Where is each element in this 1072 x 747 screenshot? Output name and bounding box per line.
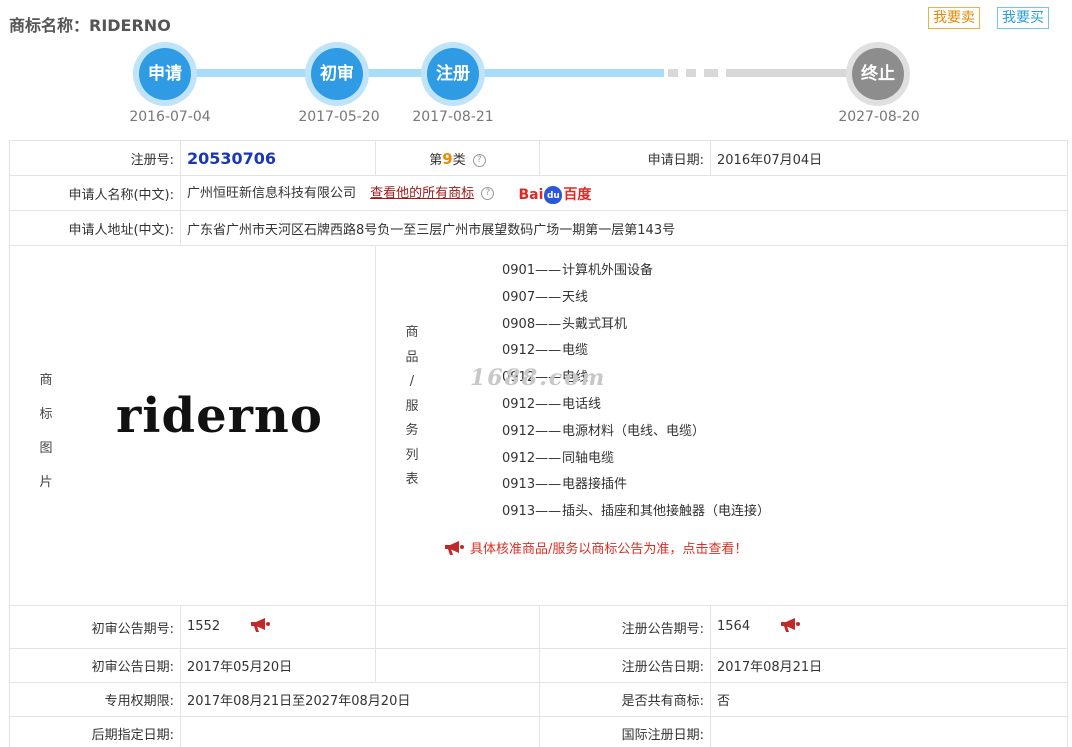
apply-date-value: 2016年07月04日 [710, 140, 1068, 176]
baidu-search-icon[interactable]: Bai du 百度 [518, 184, 591, 204]
apply-date-label: 申请日期: [539, 140, 711, 176]
goods-label: 商 品 / 服 务 列 表 [405, 325, 419, 487]
table-row: 专用权期限: 2017年08月21日至2027年08月20日 是否共有商标: 否 [9, 682, 1068, 717]
address-value: 广东省广州市天河区石牌西路8号负一至三层广州市展望数码广场一期第一层第143号 [180, 210, 1068, 246]
timeline-date-apply: 2016-07-04 [129, 109, 211, 125]
timeline-node-register: 注册 [421, 42, 485, 106]
all-marks-link[interactable]: 查看他的所有商标 [370, 186, 474, 201]
table-row: 初审公告期号: 1552 注册公告期号: 1564 [9, 605, 1068, 649]
goods-notice[interactable]: 具体核准商品/服务以商标公告为准，点击查看！ [444, 538, 747, 560]
watermark: 1688.com [470, 365, 607, 391]
prelim-no-label: 初审公告期号: [9, 605, 181, 649]
exclusive-label: 专用权期限: [9, 682, 181, 717]
goods-cell: 商 品 / 服 务 列 表 0901——计算机外围设备 0907——天线 090… [375, 245, 1068, 606]
list-item: 0907——天线 [502, 289, 589, 305]
prelim-date-value: 2017年05月20日 [180, 648, 376, 683]
sell-button[interactable]: 我要卖 [928, 7, 980, 29]
reg-pub-no-cell: 1564 [710, 605, 1068, 649]
list-item: 0912——电话线 [502, 396, 602, 412]
help-icon[interactable]: ? [481, 187, 495, 201]
timeline-dash [668, 69, 678, 77]
table-row: 初审公告日期: 2017年05月20日 注册公告日期: 2017年08月21日 [9, 648, 1068, 683]
timeline-progress-line [166, 69, 664, 77]
shared-value: 否 [710, 682, 1068, 717]
goods-list: 0901——计算机外围设备 0907——天线 0908——头戴式耳机 0912—… [502, 258, 770, 526]
trademark-image-cell: 商 标 图 片 riderno [9, 245, 376, 606]
list-item: 0912——电源材料（电线、电缆） [502, 423, 706, 439]
table-row: 申请人地址(中文): 广东省广州市天河区石牌西路8号负一至三层广州市展望数码广场… [9, 210, 1068, 246]
buy-button[interactable]: 我要买 [997, 7, 1049, 29]
class-prefix: 第 [429, 152, 443, 168]
reg-no-cell: 20530706 [180, 140, 376, 176]
timeline-date-register: 2017-08-21 [412, 109, 494, 125]
reg-pub-no-label: 注册公告期号: [539, 605, 711, 649]
table-row: 申请人名称(中文): 广州恒旺新信息科技有限公司 查看他的所有商标 ? Bai d… [9, 175, 1068, 211]
trademark-title: 商标名称：RIDERNO [9, 16, 171, 35]
timeline-node-prelim: 初审 [305, 42, 369, 106]
applicant-label: 申请人名称(中文): [9, 175, 181, 211]
timeline-date-end: 2027-08-20 [838, 109, 920, 125]
applicant-value: 广州恒旺新信息科技有限公司 [187, 186, 357, 202]
later-date-value [180, 716, 540, 747]
timeline-node-end: 终止 [846, 42, 910, 106]
help-icon[interactable]: ? [472, 153, 486, 167]
table-row: 商 标 图 片 riderno 商 品 / 服 务 列 表 0901——计算机外… [9, 245, 1068, 606]
status-timeline: 申请 初审 注册 终止 2016-07-04 2017-05-20 2017-0… [0, 40, 1072, 135]
list-item: 0913——插头、插座和其他接触器（电连接） [502, 504, 771, 520]
intl-date-label: 国际注册日期: [539, 716, 711, 747]
list-item: 0912——电缆 [502, 343, 589, 359]
prelim-no-value: 1552 [187, 619, 221, 634]
later-date-label: 后期指定日期: [9, 716, 181, 747]
megaphone-icon [444, 540, 466, 560]
address-label: 申请人地址(中文): [9, 210, 181, 246]
trademark-info-table: 注册号: 20530706 第9类 ? 申请日期: 2016年07月04日 申请… [9, 140, 1068, 747]
baidu-paw-icon: du [544, 185, 563, 204]
list-item: 0901——计算机外围设备 [502, 263, 654, 278]
megaphone-icon[interactable] [250, 617, 272, 637]
applicant-cell: 广州恒旺新信息科技有限公司 查看他的所有商标 ? Bai du 百度 [180, 175, 1068, 211]
list-item: 0908——头戴式耳机 [502, 316, 628, 332]
image-label: 商 标 图 片 [39, 373, 53, 490]
prelim-no-cell: 1552 [180, 605, 376, 649]
intl-date-value [710, 716, 1068, 747]
empty-cell [375, 648, 540, 683]
prelim-date-label: 初审公告日期: [9, 648, 181, 683]
timeline-node-apply: 申请 [133, 42, 197, 106]
timeline-dash [704, 69, 718, 77]
reg-no-label: 注册号: [9, 140, 181, 176]
megaphone-icon[interactable] [780, 617, 802, 637]
class-number: 9 [442, 149, 453, 168]
class-cell: 第9类 ? [375, 140, 540, 176]
timeline-dash [686, 69, 696, 77]
class-suffix: 类 [452, 152, 466, 168]
exclusive-value: 2017年08月21日至2027年08月20日 [180, 682, 540, 717]
timeline-date-prelim: 2017-05-20 [298, 109, 380, 125]
list-item: 0913——电器接插件 [502, 477, 628, 493]
reg-pub-no-value: 1564 [717, 619, 751, 634]
list-item: 0912——同轴电缆 [502, 450, 615, 466]
table-row: 注册号: 20530706 第9类 ? 申请日期: 2016年07月04日 [9, 140, 1068, 176]
shared-label: 是否共有商标: [539, 682, 711, 717]
reg-pub-date-label: 注册公告日期: [539, 648, 711, 683]
table-row: 后期指定日期: 国际注册日期: [9, 716, 1068, 747]
reg-pub-date-value: 2017年08月21日 [710, 648, 1068, 683]
trademark-logo: riderno [116, 388, 323, 444]
empty-cell [375, 605, 540, 649]
reg-no-value: 20530706 [187, 148, 277, 168]
